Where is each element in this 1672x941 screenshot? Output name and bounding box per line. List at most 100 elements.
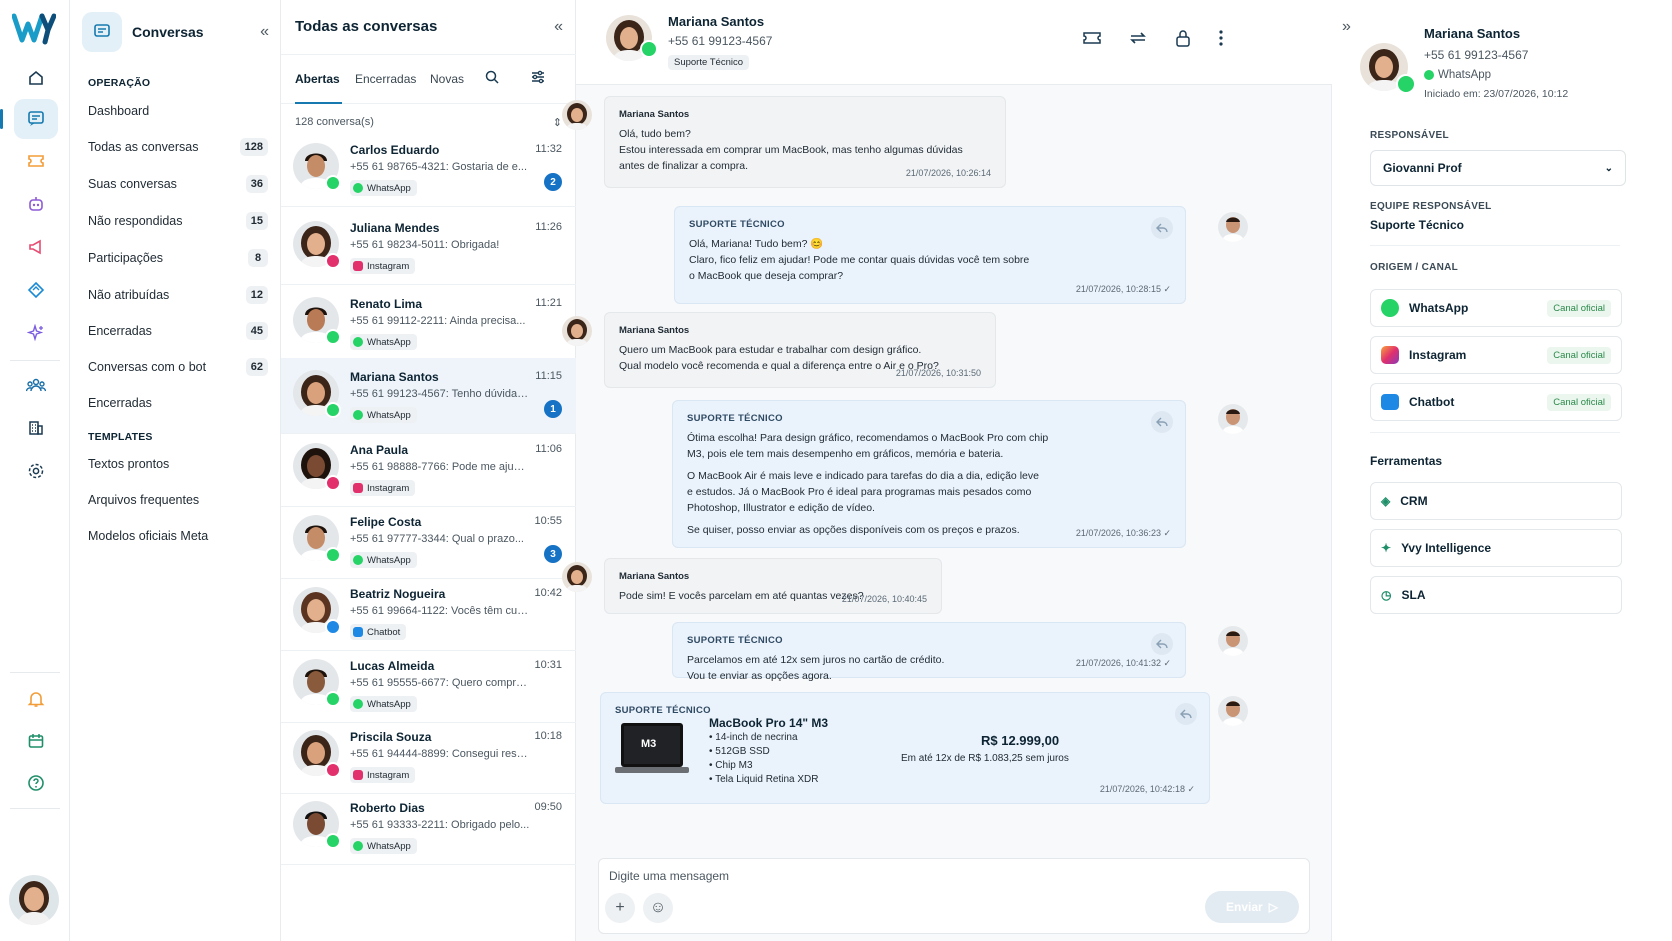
channel-icon: [353, 699, 363, 709]
conversation-count-row: 128 conversa(s) ⇕: [295, 116, 562, 129]
message-timestamp: 21/07/2026, 10:31:50: [895, 368, 981, 378]
count-badge: 45: [245, 322, 268, 340]
conversation-item[interactable]: Carlos Eduardo 11:32 +55 61 98765-4321: …: [281, 131, 576, 207]
emoji-icon[interactable]: ☺: [643, 893, 673, 923]
search-icon[interactable]: [484, 69, 500, 90]
tool-yvy[interactable]: ✦ Yvy Intelligence: [1370, 529, 1622, 567]
sort-icon[interactable]: ⇕: [553, 116, 562, 129]
lock-icon[interactable]: [1171, 26, 1195, 50]
channel-chatbot[interactable]: Chatbot Canal oficial: [1370, 383, 1622, 421]
chat-icon[interactable]: [0, 99, 58, 139]
contact-avatar: [562, 316, 592, 346]
conversation-item[interactable]: Renato Lima 11:21 +55 61 99112-2211: Ain…: [281, 285, 576, 361]
conversation-item[interactable]: Felipe Costa 10:55 +55 61 97777-3344: Qu…: [281, 503, 576, 579]
bot-icon[interactable]: [14, 184, 58, 224]
channel-badge-icon: [325, 762, 341, 778]
send-icon: ▷: [1268, 900, 1278, 914]
conversation-time: 11:21: [535, 297, 562, 309]
conversation-item[interactable]: Juliana Mendes 11:26 +55 61 98234-5011: …: [281, 209, 576, 285]
conversation-item[interactable]: Lucas Almeida 10:31 +55 61 95555-6677: Q…: [281, 647, 576, 723]
nav-item-all[interactable]: Todas as conversas 128: [88, 136, 268, 158]
whatsapp-icon: [1381, 299, 1399, 317]
nav-item-closed-2[interactable]: Encerradas: [88, 392, 268, 414]
channel-icon: [353, 410, 363, 420]
calendar-icon[interactable]: [14, 721, 58, 761]
conversation-time: 11:26: [535, 221, 562, 233]
nav-item-unassigned[interactable]: Não atribuídas 12: [88, 284, 268, 306]
settings-icon[interactable]: [14, 451, 58, 491]
tab-encerradas[interactable]: Encerradas: [355, 72, 416, 86]
send-button[interactable]: Enviar ▷: [1205, 891, 1299, 923]
responsible-select[interactable]: Giovanni Prof ⌄: [1370, 150, 1626, 186]
brand-logo[interactable]: [12, 10, 56, 46]
channel-instagram[interactable]: Instagram Canal oficial: [1370, 336, 1622, 374]
unread-badge: 1: [544, 400, 562, 418]
collapse-list-icon[interactable]: «: [554, 18, 563, 36]
team-icon[interactable]: [14, 365, 58, 405]
nav-item-dashboard[interactable]: Dashboard: [88, 100, 268, 122]
conversation-item[interactable]: Ana Paula 11:06 +55 61 98888-7766: Pode …: [281, 431, 576, 507]
channel-tag: WhatsApp: [350, 696, 417, 712]
tag-icon[interactable]: [14, 270, 58, 310]
nav-item-bot[interactable]: Conversas com o bot 62: [88, 356, 268, 378]
channel-whatsapp[interactable]: WhatsApp Canal oficial: [1370, 289, 1622, 327]
home-icon[interactable]: [14, 58, 58, 98]
conversation-item[interactable]: Mariana Santos 11:15 +55 61 99123-4567: …: [281, 358, 576, 434]
contact-message: Mariana Santos Olá, tudo bem? Estou intere…: [604, 96, 1006, 188]
nav-item-yours[interactable]: Suas conversas 36: [88, 173, 268, 195]
building-icon[interactable]: [14, 408, 58, 448]
more-options-icon[interactable]: [1209, 26, 1233, 50]
channel-icon: [353, 770, 363, 780]
ticket-icon[interactable]: [14, 141, 58, 181]
product-title: MacBook Pro 14" M3: [709, 716, 829, 730]
megaphone-icon[interactable]: [14, 227, 58, 267]
collapse-nav-icon[interactable]: «: [260, 23, 269, 41]
agent-avatar: [1218, 404, 1248, 434]
nav-item-frequent-files[interactable]: Arquivos frequentes: [88, 489, 268, 511]
nav-item-participations[interactable]: Participações 8: [88, 247, 268, 269]
channel-badge-icon: [325, 402, 341, 418]
message-input[interactable]: Digite uma mensagem: [609, 869, 729, 883]
reply-icon[interactable]: [1151, 217, 1173, 239]
product-image: M3: [615, 721, 689, 777]
conversation-preview: +55 61 99664-1122: Vocês têm cupom...: [350, 605, 530, 617]
contact-name: Felipe Costa: [350, 515, 422, 529]
count-badge: 12: [245, 286, 268, 304]
filter-icon[interactable]: [530, 69, 546, 90]
sparkle-icon[interactable]: [14, 313, 58, 353]
conversation-preview: +55 61 99112-2211: Ainda precisa...: [350, 315, 526, 327]
conversation-item[interactable]: Priscila Souza 10:18 +55 61 94444-8899: …: [281, 718, 576, 794]
conversation-item[interactable]: Roberto Dias 09:50 +55 61 93333-2211: Ob…: [281, 789, 576, 865]
transfer-icon[interactable]: [1126, 26, 1150, 50]
user-avatar[interactable]: [9, 875, 59, 925]
tab-novas[interactable]: Novas: [430, 72, 464, 86]
reply-icon[interactable]: [1151, 633, 1173, 655]
tab-abertas[interactable]: Abertas: [295, 72, 340, 86]
unread-badge: 2: [544, 173, 562, 191]
bell-icon[interactable]: [14, 679, 58, 719]
message-timestamp: 21/07/2026, 10:40:45: [841, 594, 927, 604]
contact-name: Beatriz Nogueira: [350, 587, 446, 601]
nav-item-ready-texts[interactable]: Textos prontos: [88, 453, 268, 475]
ticket-icon[interactable]: [1080, 26, 1104, 50]
agent-avatar: [1218, 626, 1248, 656]
tool-crm[interactable]: ◈ CRM: [1370, 482, 1622, 520]
expand-panel-icon[interactable]: »: [1342, 18, 1351, 36]
nav-item-unanswered[interactable]: Não respondidas 15: [88, 210, 268, 232]
nav-item-meta-templates[interactable]: Modelos oficiais Meta: [88, 525, 268, 547]
help-icon[interactable]: [14, 763, 58, 803]
channel-tag: Instagram: [350, 258, 416, 274]
nav-item-closed[interactable]: Encerradas 45: [88, 320, 268, 342]
instagram-icon: [1381, 346, 1399, 364]
tool-sla[interactable]: ◷ SLA: [1370, 576, 1622, 614]
reply-icon[interactable]: [1151, 411, 1173, 433]
channel-icon: [353, 337, 363, 347]
channel-icon: [353, 555, 363, 565]
attach-icon[interactable]: +: [605, 893, 635, 923]
conversation-item[interactable]: Beatriz Nogueira 10:42 +55 61 99664-1122…: [281, 575, 576, 651]
count-badge: 15: [245, 212, 268, 230]
reply-icon[interactable]: [1175, 703, 1197, 725]
conversation-preview: +55 61 95555-6677: Quero compra...: [350, 677, 530, 689]
channel-tag: Instagram: [350, 767, 416, 783]
team-name: Suporte Técnico: [1370, 218, 1465, 232]
